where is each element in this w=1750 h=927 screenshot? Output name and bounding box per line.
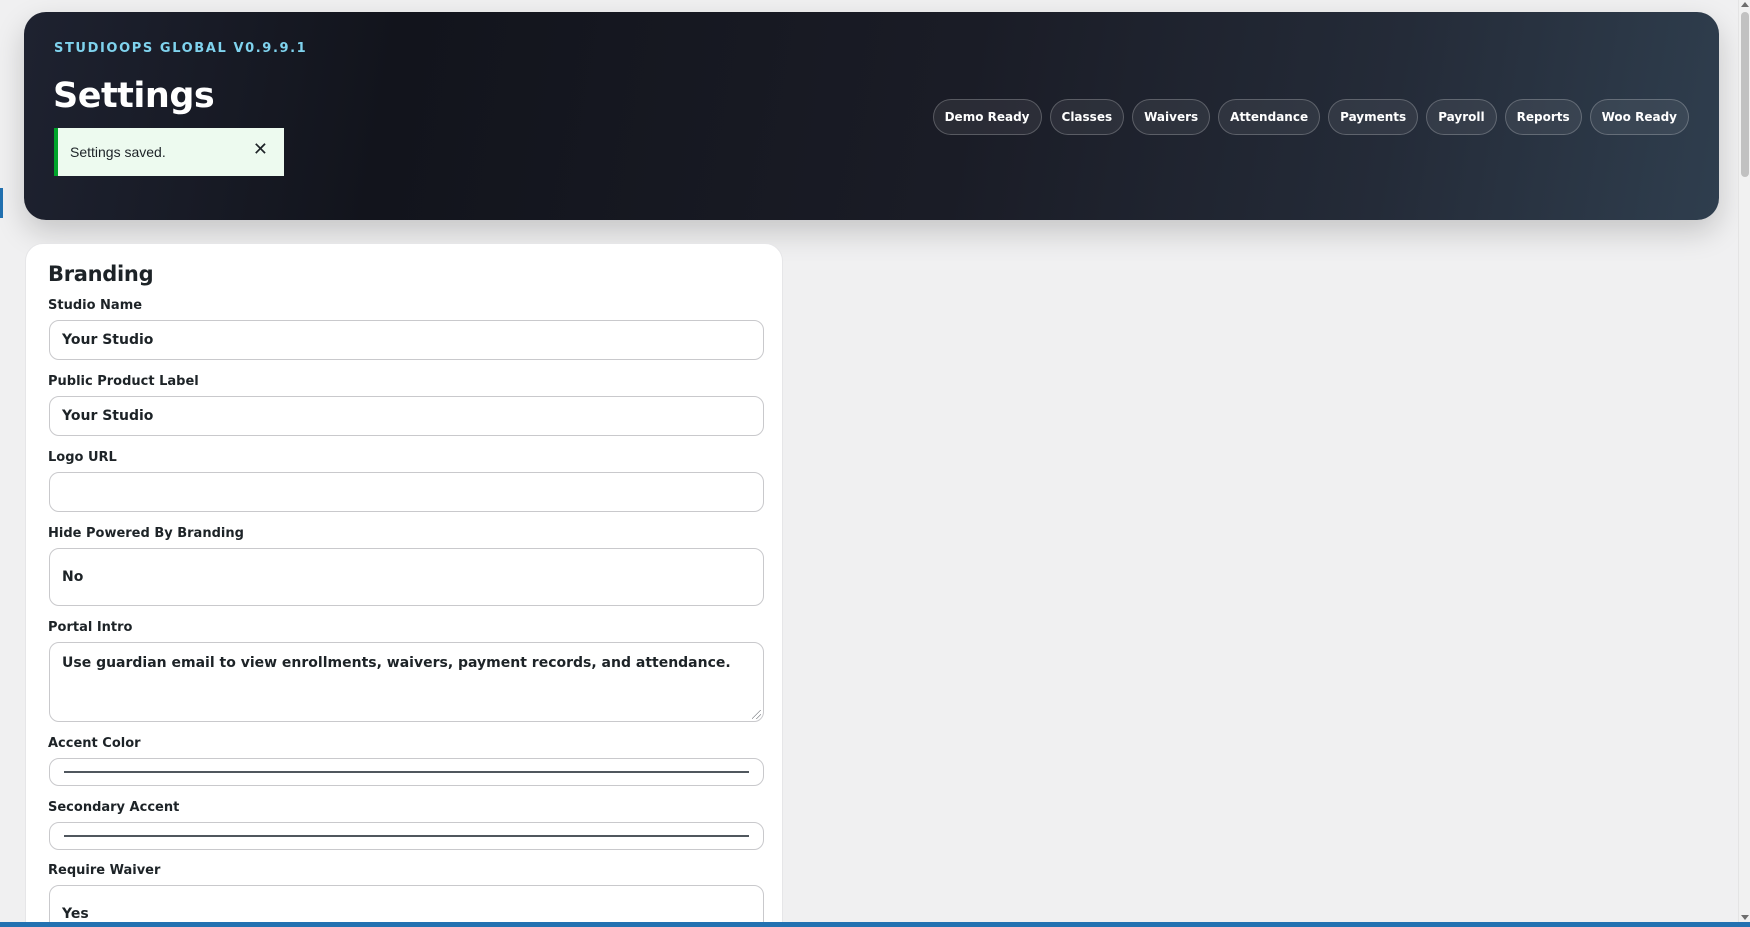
require-waiver-select[interactable]: Yes [49,885,764,927]
settings-header: STUDIOOPS GLOBAL V0.9.9.1 Settings Setti… [24,12,1719,220]
page-scrollbar[interactable] [1738,0,1750,922]
secondary-accent-input[interactable] [49,822,764,850]
studio-name-input[interactable]: Your Studio [49,320,764,360]
header-nav: Demo Ready Classes Waivers Attendance Pa… [932,99,1689,135]
branding-heading: Branding [48,262,154,286]
bottom-edge-bar [0,922,1750,927]
require-waiver-label: Require Waiver [48,863,161,878]
accent-color-swatch [64,771,749,773]
page-title: Settings [53,76,215,116]
settings-saved-notice: Settings saved. ✕ [54,128,284,176]
logo-url-input[interactable] [49,472,764,512]
accent-color-input[interactable] [49,758,764,786]
product-label-input[interactable]: Your Studio [49,396,764,436]
nav-woo-ready[interactable]: Woo Ready [1589,99,1689,135]
secondary-accent-label: Secondary Accent [48,800,180,815]
portal-intro-textarea[interactable]: Use guardian email to view enrollments, … [49,642,764,722]
nav-reports[interactable]: Reports [1504,99,1582,135]
portal-intro-label: Portal Intro [48,620,133,635]
nav-attendance[interactable]: Attendance [1218,99,1321,135]
resize-handle-icon[interactable] [752,710,761,719]
product-label-label: Public Product Label [48,374,199,389]
nav-classes[interactable]: Classes [1049,99,1125,135]
nav-demo-ready[interactable]: Demo Ready [932,99,1042,135]
branding-card: Branding Studio Name Your Studio Public … [25,243,783,927]
app-version: STUDIOOPS GLOBAL V0.9.9.1 [54,41,308,56]
admin-edge-indicator [0,188,3,218]
hide-powered-label: Hide Powered By Branding [48,526,244,541]
hide-powered-select[interactable]: No [49,548,764,606]
scroll-up-icon[interactable] [1741,2,1749,7]
scroll-down-icon[interactable] [1741,915,1749,920]
nav-waivers[interactable]: Waivers [1132,99,1211,135]
dismiss-icon[interactable]: ✕ [253,140,268,160]
notice-text: Settings saved. [70,144,166,160]
accent-color-label: Accent Color [48,736,141,751]
secondary-accent-swatch [64,835,749,837]
scroll-thumb[interactable] [1741,12,1749,177]
logo-url-label: Logo URL [48,450,117,465]
nav-payments[interactable]: Payments [1328,99,1419,135]
nav-payroll[interactable]: Payroll [1426,99,1497,135]
portal-intro-text: Use guardian email to view enrollments, … [62,655,731,671]
studio-name-label: Studio Name [48,298,143,313]
